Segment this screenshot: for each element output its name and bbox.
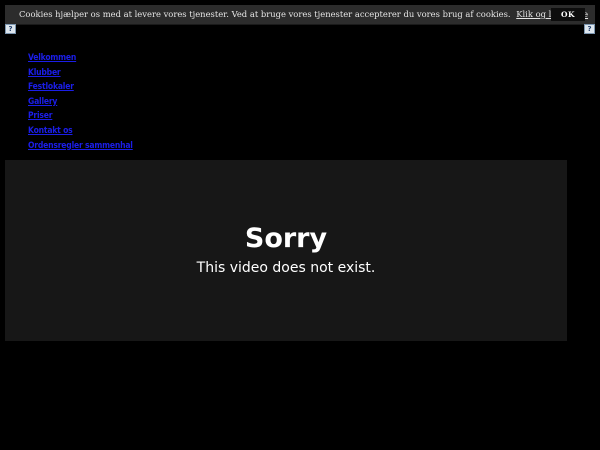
video-error-title: Sorry	[244, 223, 328, 254]
cookie-ok-button[interactable]: OK	[551, 8, 585, 21]
nav-item-ordensregler: Ordensregler sammenhal	[28, 136, 133, 151]
cookie-message: Cookies hjælper os med at levere vores t…	[19, 5, 588, 24]
nav-link-klubber[interactable]: Klubber	[28, 68, 61, 78]
nav-link-festlokaler[interactable]: Festlokaler	[28, 82, 74, 92]
video-player[interactable]: Sorry This video does not exist.	[5, 160, 567, 341]
help-icon[interactable]: ?	[5, 24, 16, 34]
page: Cookies hjælper os med at levere vores t…	[0, 0, 600, 450]
nav-link-velkommen[interactable]: Velkommen	[28, 53, 76, 63]
main-nav: Velkommen Klubber Festlokaler Gallery Pr…	[28, 48, 133, 151]
nav-item-velkommen: Velkommen	[28, 48, 133, 63]
nav-link-priser[interactable]: Priser	[28, 111, 53, 121]
cookie-banner: Cookies hjælper os med at levere vores t…	[5, 5, 595, 25]
nav-item-klubber: Klubber	[28, 63, 133, 78]
help-icon-glyph: ?	[8, 24, 13, 33]
nav-link-gallery[interactable]: Gallery	[28, 97, 57, 107]
cookie-text: Cookies hjælper os med at levere vores t…	[19, 9, 511, 19]
nav-item-gallery: Gallery	[28, 92, 133, 107]
nav-item-kontakt: Kontakt os	[28, 121, 133, 136]
video-error-message: This video does not exist.	[196, 260, 376, 276]
nav-item-festlokaler: Festlokaler	[28, 77, 133, 92]
help-icon[interactable]: ?	[584, 24, 595, 34]
nav-link-ordensregler[interactable]: Ordensregler sammenhal	[28, 141, 133, 151]
nav-link-kontakt[interactable]: Kontakt os	[28, 126, 73, 136]
nav-item-priser: Priser	[28, 106, 133, 121]
help-icon-glyph: ?	[587, 24, 592, 33]
